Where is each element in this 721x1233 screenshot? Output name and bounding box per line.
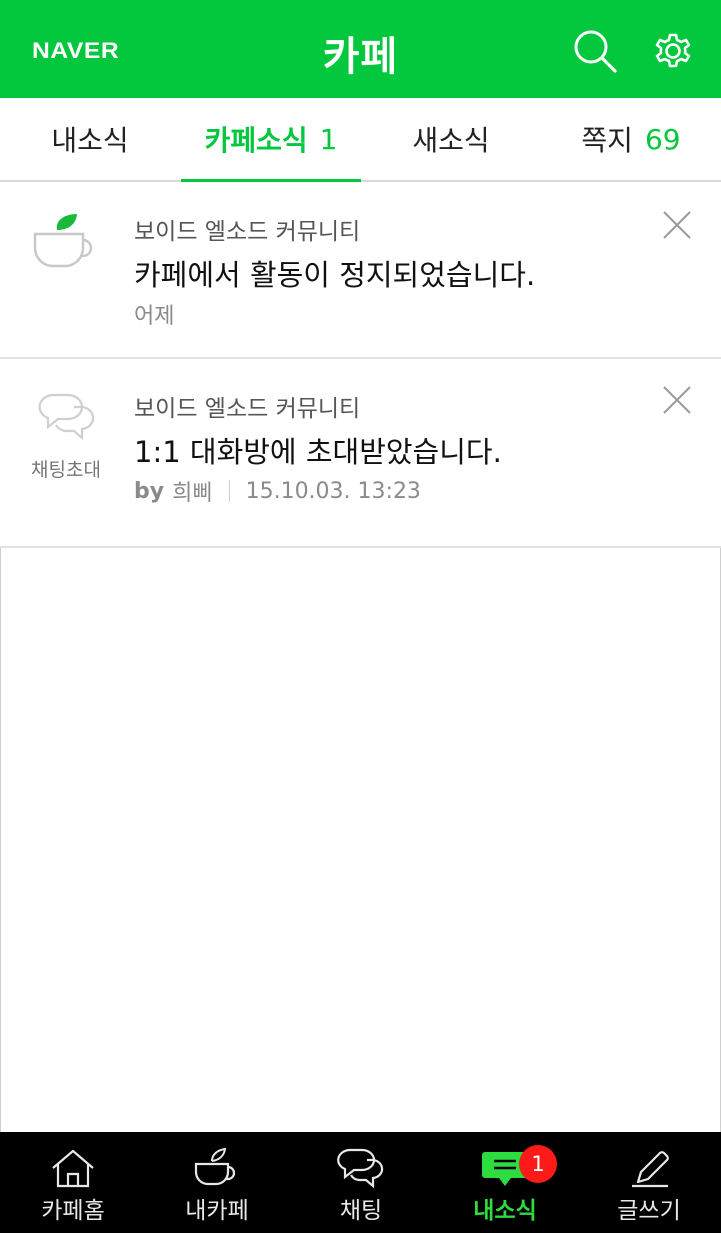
teacup-icon xyxy=(194,1147,236,1186)
notification-icon-wrap: 채팅초대 xyxy=(20,391,112,482)
notification-time: 15.10.03. 13:23 xyxy=(245,478,421,504)
notification-item[interactable]: 보이드 엘소드 커뮤니티 카페에서 활동이 정지되었습니다. 어제 xyxy=(0,182,721,359)
divider xyxy=(228,480,230,502)
tab-label: 카페소식 xyxy=(204,124,308,157)
nav-label: 채팅 xyxy=(339,1198,383,1224)
tab-cafe-news[interactable]: 카페소식 1 xyxy=(181,98,361,182)
notification-meta: by 희삐 15.10.03. 13:23 xyxy=(134,475,421,507)
cafe-name: 보이드 엘소드 커뮤니티 xyxy=(134,396,361,422)
search-button[interactable] xyxy=(572,28,618,74)
icon-caption: 채팅초대 xyxy=(31,459,101,481)
search-icon xyxy=(574,30,617,73)
author-name[interactable]: 희삐 xyxy=(172,475,212,507)
nav-write[interactable]: 글쓰기 xyxy=(577,1132,721,1233)
chat-bubbles-icon xyxy=(38,393,95,441)
close-icon xyxy=(663,386,691,414)
tab-count: 1 xyxy=(319,122,338,156)
nav-label: 글쓰기 xyxy=(617,1198,681,1224)
notification-message: 1:1 대화방에 초대받았습니다. xyxy=(134,435,502,469)
home-icon xyxy=(52,1149,94,1188)
close-icon xyxy=(663,211,691,239)
notification-message: 카페에서 활동이 정지되었습니다. xyxy=(134,258,536,292)
notification-item[interactable]: 채팅초대 보이드 엘소드 커뮤니티 1:1 대화방에 초대받았습니다. by 희… xyxy=(0,359,721,548)
tab-label: 새소식 xyxy=(412,124,490,157)
tab-my-news[interactable]: 내소식 xyxy=(0,98,180,180)
teacup-leaf-icon xyxy=(33,214,93,268)
bottom-nav: 카페홈 내카페 채팅 1 내소식 글쓰기 xyxy=(0,1132,721,1233)
tab-count: 69 xyxy=(644,122,681,156)
tab-bar: 내소식 카페소식 1 새소식 쪽지 69 xyxy=(0,98,721,182)
nav-cafe-home[interactable]: 카페홈 xyxy=(1,1132,145,1233)
dismiss-button[interactable] xyxy=(660,208,694,242)
gear-icon xyxy=(655,33,691,68)
app-header: NAVER 카페 xyxy=(0,0,721,98)
nav-label: 카페홈 xyxy=(41,1198,105,1224)
tab-messages[interactable]: 쪽지 69 xyxy=(541,98,721,180)
nav-chat[interactable]: 채팅 xyxy=(289,1132,433,1233)
pencil-icon xyxy=(632,1151,669,1188)
nav-label: 내소식 xyxy=(473,1198,537,1224)
notification-meta: 어제 xyxy=(134,298,174,330)
author-prefix: by xyxy=(134,478,165,504)
tab-label: 쪽지 xyxy=(581,124,633,157)
tab-label: 내소식 xyxy=(51,124,129,157)
nav-my-cafe[interactable]: 내카페 xyxy=(145,1132,289,1233)
tab-new-news[interactable]: 새소식 xyxy=(361,98,541,180)
notification-badge: 1 xyxy=(519,1145,557,1183)
nav-label: 내카페 xyxy=(185,1198,249,1224)
chat-icon xyxy=(337,1148,384,1189)
notification-time: 어제 xyxy=(134,304,175,329)
settings-button[interactable] xyxy=(650,28,696,74)
dismiss-button[interactable] xyxy=(660,383,694,417)
nav-my-news[interactable]: 1 내소식 xyxy=(433,1132,577,1233)
cafe-name: 보이드 엘소드 커뮤니티 xyxy=(134,219,361,245)
notification-icon-wrap xyxy=(20,212,112,278)
